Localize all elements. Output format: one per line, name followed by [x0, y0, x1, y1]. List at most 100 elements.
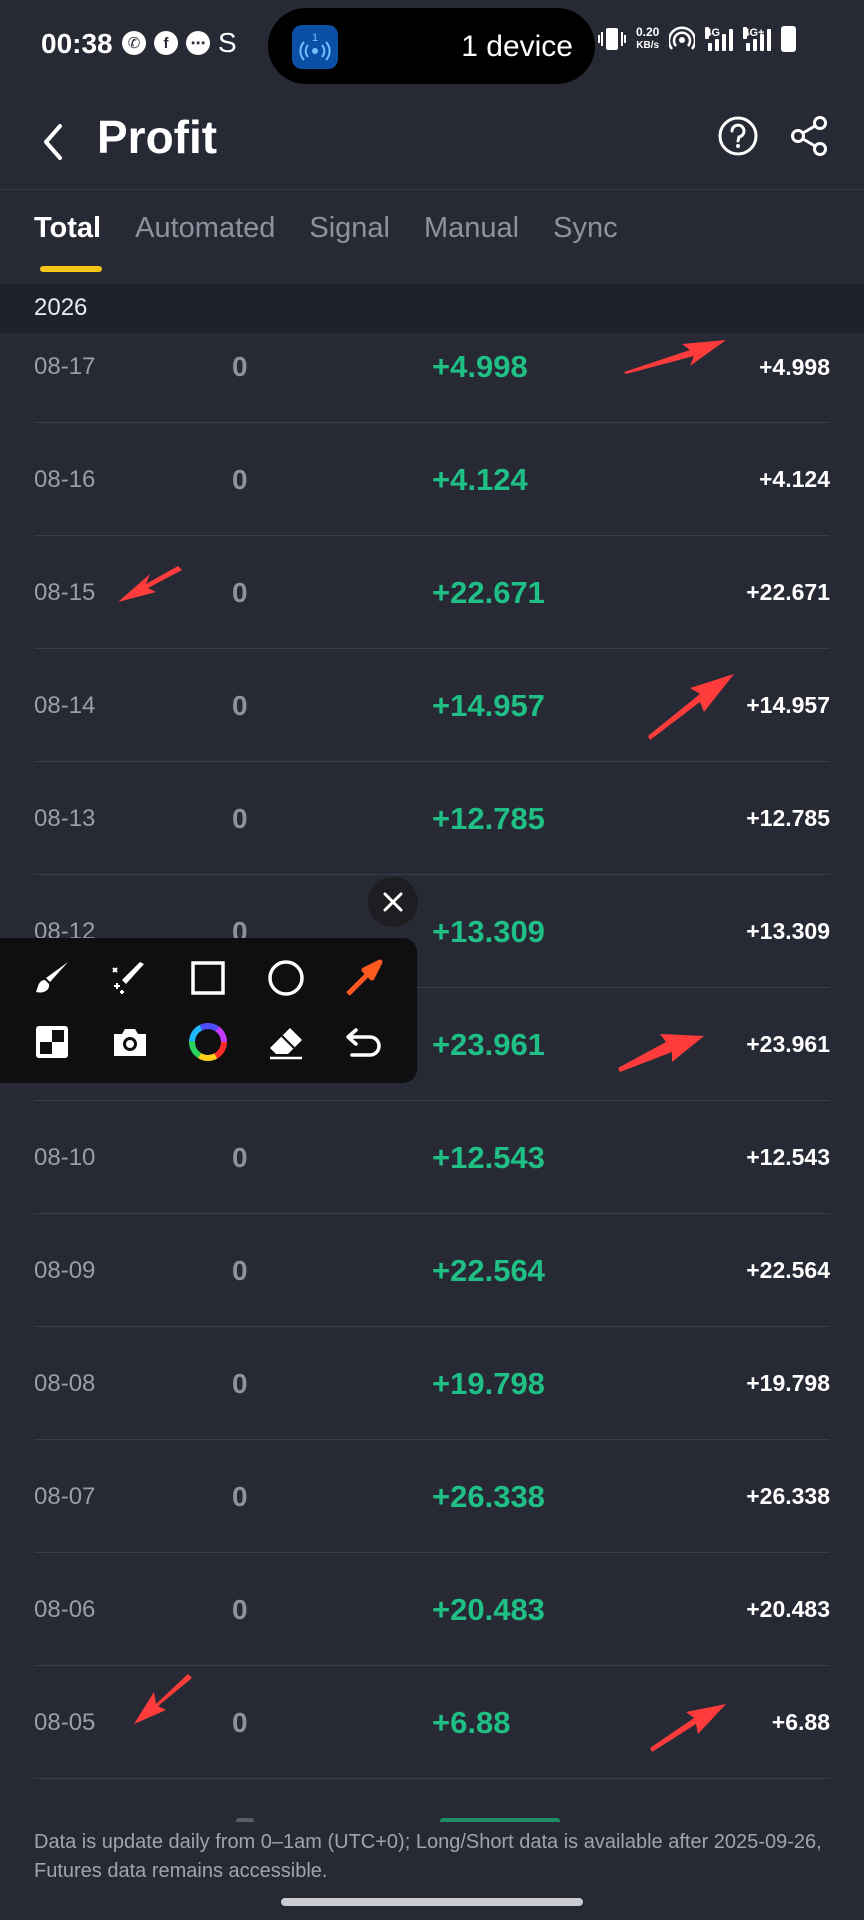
row-total: +4.124	[759, 466, 830, 492]
battery-icon	[781, 26, 797, 52]
close-icon	[383, 892, 403, 912]
drawing-toolbar	[0, 938, 417, 1083]
table-row[interactable]: 08-07 0 +26.338 +26.338	[0, 1440, 864, 1553]
broadcast-icon: 1	[292, 25, 338, 69]
tab-total[interactable]: Total	[34, 212, 103, 272]
hotspot-icon	[669, 26, 696, 50]
row-total: +22.671	[746, 579, 830, 605]
table-row[interactable]: 08-10 0 +12.543 +12.543	[0, 1101, 864, 1214]
header-divider	[0, 189, 864, 190]
help-icon[interactable]	[716, 114, 760, 158]
tab-automated[interactable]: Automated	[135, 212, 275, 272]
facebook-icon: f	[154, 31, 178, 55]
arrow-tool-icon	[346, 959, 383, 996]
magic-brush-icon	[112, 962, 144, 994]
row-count: 0	[232, 803, 248, 834]
year-header: 2026	[0, 284, 864, 333]
mosaic-icon	[36, 1026, 68, 1058]
circle-tool-button[interactable]	[258, 950, 314, 1006]
row-total: +6.88	[771, 1709, 830, 1735]
tab-signal[interactable]: Signal	[309, 212, 390, 272]
row-date: 08-15	[34, 579, 96, 606]
app-header: Profit	[0, 96, 864, 188]
eraser-tool-button[interactable]	[258, 1014, 314, 1070]
row-total: +4.998	[759, 354, 830, 380]
broadcast-badge: 1	[312, 32, 318, 44]
arrow-tool-button[interactable]	[336, 950, 392, 1006]
table-row[interactable]: 08-09 0 +22.564 +22.564	[0, 1214, 864, 1327]
row-profit: +13.309	[432, 914, 545, 949]
net-speed: 0.20 KB/s	[636, 25, 660, 52]
row-count: 0	[232, 1255, 248, 1286]
annotation-arrow-icon	[650, 1704, 726, 1752]
brush-tool-button[interactable]	[24, 950, 80, 1006]
table-row[interactable]: 08-13 0 +12.785 +12.785	[0, 762, 864, 875]
notification-icons: ✆ f ⋯ S	[122, 27, 237, 58]
rectangle-icon	[191, 961, 225, 995]
row-total: +14.957	[746, 692, 830, 718]
close-toolbar-button[interactable]	[368, 877, 418, 927]
row-count: 0	[232, 690, 248, 721]
share-icon[interactable]	[788, 114, 832, 158]
table-row[interactable]: 08-08 0 +19.798 +19.798	[0, 1327, 864, 1440]
back-arrow-icon[interactable]	[34, 114, 74, 170]
tab-sync[interactable]: Sync	[553, 212, 617, 272]
row-profit: +4.124	[432, 462, 528, 497]
year-label: 2026	[34, 294, 88, 321]
row-total: +22.564	[746, 1257, 830, 1283]
row-profit: +26.338	[432, 1479, 545, 1514]
status-bar: 00:38 ✆ f ⋯ S 1 1 device 0.20 KB/s 4G 4G…	[0, 0, 864, 90]
pill-text: 1 device	[461, 30, 573, 63]
table-row[interactable]: 08-16 0 +4.124 +4.124	[0, 423, 864, 536]
camera-icon	[114, 1029, 146, 1056]
eraser-icon	[270, 1028, 302, 1060]
profit-screen: 00:38 ✆ f ⋯ S 1 1 device 0.20 KB/s 4G 4G…	[0, 0, 864, 1920]
tab-manual[interactable]: Manual	[424, 212, 519, 272]
row-profit: +20.483	[432, 1592, 545, 1627]
table-row[interactable]: 08-17 0 +4.998 +4.998	[0, 333, 864, 423]
mosaic-tool-button[interactable]	[24, 1014, 80, 1070]
signal-sim2-icon: 4G+	[743, 27, 772, 51]
row-profit: +4.998	[432, 349, 528, 384]
brush-icon	[36, 962, 68, 993]
row-date: 08-13	[34, 805, 96, 832]
undo-icon	[346, 1028, 381, 1057]
row-profit: +12.785	[432, 801, 545, 836]
color-picker-button[interactable]	[180, 1014, 236, 1070]
row-date: 08-06	[34, 1596, 96, 1623]
color-wheel-icon	[189, 1023, 227, 1061]
row-count: 0	[232, 1481, 248, 1512]
row-date: 08-16	[34, 466, 96, 493]
home-indicator[interactable]	[281, 1898, 583, 1906]
row-count: 0	[232, 351, 248, 382]
row-total: +19.798	[746, 1370, 830, 1396]
system-status-icons: 0.20 KB/s 4G 4G+	[598, 25, 797, 52]
row-profit: +6.88	[432, 1705, 511, 1740]
rectangle-tool-button[interactable]	[180, 950, 236, 1006]
row-total: +20.483	[746, 1596, 830, 1622]
annotation-arrow-icon	[618, 1034, 704, 1072]
row-total: +12.543	[746, 1144, 830, 1170]
magic-brush-tool-button[interactable]	[102, 950, 158, 1006]
profit-tabs: Total Automated Signal Manual Sync	[34, 212, 652, 272]
annotation-arrow-icon	[648, 674, 734, 740]
table-row[interactable]: 08-06 0 +20.483 +20.483	[0, 1553, 864, 1666]
row-count: 0	[232, 1368, 248, 1399]
undo-tool-button[interactable]	[336, 1014, 392, 1070]
row-total: +26.338	[746, 1483, 830, 1509]
vibrate-icon	[598, 28, 626, 50]
row-profit: +14.957	[432, 688, 545, 723]
row-count: 0	[232, 464, 248, 495]
annotation-arrow-icon	[118, 566, 182, 602]
row-count: 0	[232, 577, 248, 608]
camera-tool-button[interactable]	[102, 1014, 158, 1070]
row-count: 0	[232, 1142, 248, 1173]
annotation-arrow-icon	[134, 1674, 192, 1724]
circle-icon	[268, 960, 304, 996]
row-date: 08-17	[34, 353, 96, 380]
signal-sim1-icon: 4G	[705, 27, 734, 51]
messenger-icon: ⋯	[186, 31, 210, 55]
dynamic-island-pill[interactable]: 1 1 device	[268, 8, 595, 84]
page-title: Profit	[97, 111, 218, 163]
status-letter: S	[218, 27, 237, 58]
